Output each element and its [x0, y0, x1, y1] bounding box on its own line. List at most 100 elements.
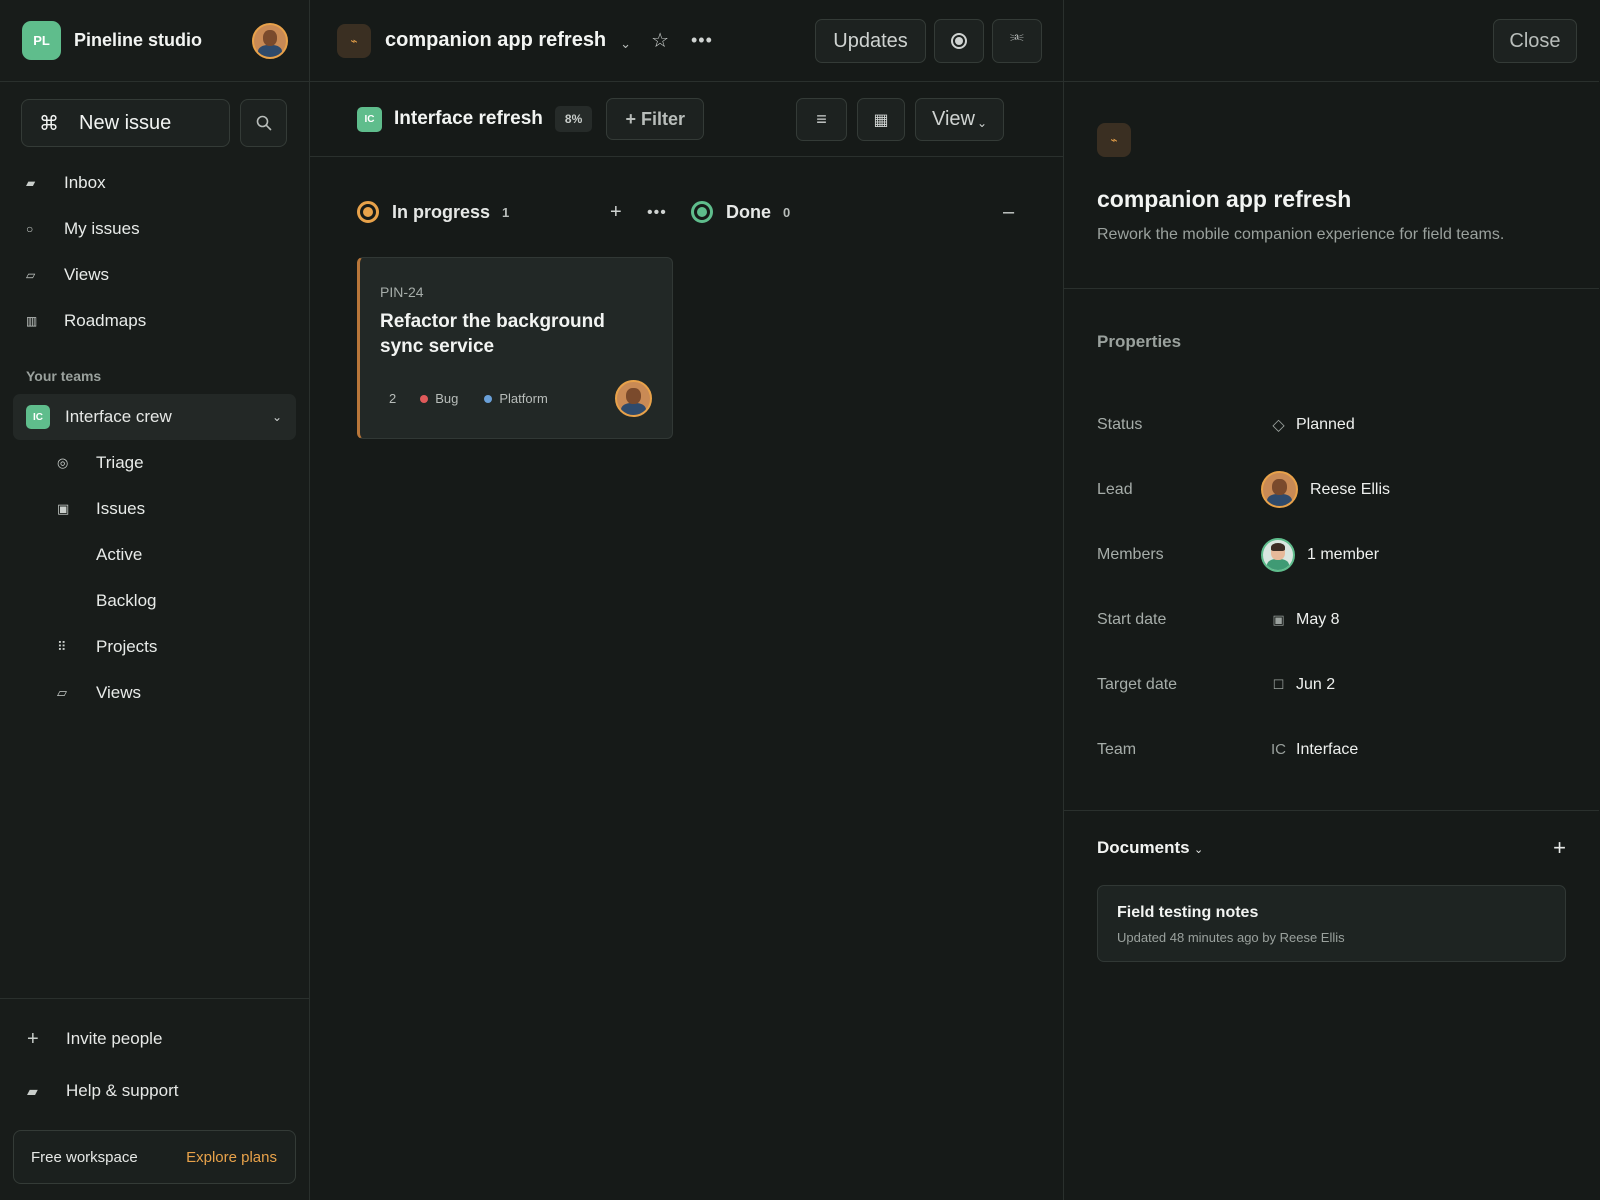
- label-dot: [484, 394, 493, 403]
- sidebar-footer: + Invite people ▰ Help & support: [0, 998, 309, 1117]
- share-button[interactable]: ⎃: [992, 19, 1042, 63]
- project-icon[interactable]: ⌁: [1097, 123, 1131, 157]
- project-description[interactable]: Rework the mobile companion experience f…: [1097, 226, 1566, 244]
- workspace-logo[interactable]: PL: [22, 21, 61, 60]
- start-date-value[interactable]: ▣ May 8: [1261, 611, 1339, 629]
- label-name: Platform: [499, 391, 548, 406]
- explore-plans-link[interactable]: Explore plans: [186, 1149, 277, 1166]
- issue-title: Refactor the background sync service: [380, 311, 605, 357]
- document-title: Field testing notes: [1117, 904, 1259, 921]
- circle-icon: ○: [26, 222, 34, 236]
- collapse-column-icon[interactable]: –: [1003, 201, 1014, 224]
- help-support-button[interactable]: ▰ Help & support: [0, 1065, 309, 1117]
- team-item-projects[interactable]: ⠿ Projects: [0, 624, 309, 670]
- team-item-triage[interactable]: ◎ Triage: [0, 440, 309, 486]
- column-more-icon[interactable]: •••: [647, 204, 667, 222]
- views-icon: ▱: [57, 685, 67, 700]
- nav-item-inbox[interactable]: ▰ Inbox: [0, 160, 309, 206]
- property-label: Team: [1097, 740, 1137, 758]
- board-icon: ▦: [873, 111, 889, 129]
- team-name: Interface crew: [65, 407, 172, 426]
- user-avatar[interactable]: [252, 22, 288, 59]
- documents-header: Documents ⌄ +: [1097, 835, 1566, 861]
- views-icon: ▱: [26, 268, 36, 282]
- column-header-done: Done 0: [691, 201, 790, 223]
- chevron-down-icon[interactable]: ⌄: [272, 410, 282, 424]
- teams-section-label: Your teams: [26, 368, 102, 384]
- assignee-avatar[interactable]: [615, 380, 652, 417]
- workspace-header: PL Pineline studio: [0, 0, 309, 82]
- main-nav: ▰ Inbox ○ My issues ▱ Views ▥ Roadmaps: [0, 160, 309, 344]
- command-icon: ⌘: [39, 112, 59, 135]
- plan-box: Free workspace Explore plans: [13, 1130, 296, 1184]
- property-value: Planned: [1296, 415, 1355, 433]
- add-document-icon[interactable]: +: [1553, 835, 1566, 861]
- project-icon[interactable]: ⌁: [337, 23, 371, 58]
- avatar-hair: [1270, 542, 1286, 551]
- chevron-down-icon[interactable]: ⌄: [620, 36, 631, 52]
- column-name: Done: [726, 201, 771, 222]
- property-target-date: Target date ☐ Jun 2: [1097, 652, 1566, 717]
- search-icon: [256, 115, 271, 131]
- main-area: ⌁ companion app refresh ⌄ ☆ ••• Updates …: [310, 0, 1064, 1200]
- label-name: Bug: [435, 391, 459, 406]
- team-value[interactable]: IC Interface: [1261, 741, 1358, 759]
- issues-icon: ▣: [57, 501, 70, 516]
- avatar-body: [1266, 494, 1293, 506]
- invite-people-button[interactable]: + Invite people: [0, 1013, 309, 1065]
- project-title[interactable]: companion app refresh: [385, 29, 606, 52]
- search-button[interactable]: [240, 99, 287, 147]
- close-button[interactable]: Close: [1493, 19, 1577, 63]
- triage-icon: ◎: [57, 455, 69, 470]
- updates-button[interactable]: Updates: [815, 19, 926, 63]
- property-value: Jun 2: [1296, 675, 1336, 693]
- project-title[interactable]: companion app refresh: [1097, 186, 1566, 213]
- nav-item-label: Roadmaps: [64, 311, 147, 330]
- team-item-active[interactable]: Active: [0, 532, 309, 578]
- nav-item-my-issues[interactable]: ○ My issues: [0, 206, 309, 252]
- share-icon: ⎃: [1010, 32, 1024, 49]
- nav-item-label: My issues: [64, 219, 140, 238]
- list-icon: ≡: [816, 109, 827, 129]
- add-card-icon[interactable]: +: [610, 201, 622, 224]
- status-value[interactable]: ◇ Planned: [1261, 415, 1355, 435]
- more-icon[interactable]: •••: [691, 30, 713, 51]
- property-value: Interface: [1296, 740, 1359, 758]
- new-issue-row: ⌘ New issue: [0, 82, 309, 147]
- board-title[interactable]: Interface refresh: [394, 108, 543, 130]
- nav-item-roadmaps[interactable]: ▥ Roadmaps: [0, 298, 309, 344]
- target-date-value[interactable]: ☐ Jun 2: [1261, 676, 1335, 694]
- avatar-body: [257, 44, 283, 57]
- team-item-views[interactable]: ▱ Views: [0, 670, 309, 716]
- team-item-issues[interactable]: ▣ Issues: [0, 486, 309, 532]
- lead-value[interactable]: Reese Ellis: [1261, 471, 1390, 508]
- nav-item-views[interactable]: ▱ Views: [0, 252, 309, 298]
- plan-label: Free workspace: [31, 1148, 138, 1166]
- document-card[interactable]: Field testing notes Updated 48 minutes a…: [1097, 885, 1566, 962]
- team-item-backlog[interactable]: Backlog: [0, 578, 309, 624]
- new-issue-label: New issue: [79, 111, 172, 134]
- label-dot: [420, 394, 429, 403]
- documents-title: Documents: [1097, 838, 1190, 857]
- documents-toggle[interactable]: Documents ⌄: [1097, 838, 1203, 858]
- list-view-button[interactable]: ≡: [796, 98, 847, 141]
- team-interface-crew[interactable]: IC Interface crew ⌄: [13, 394, 296, 440]
- issue-meta: 2 Bug Platform: [380, 380, 652, 417]
- new-issue-button[interactable]: ⌘ New issue: [21, 99, 230, 147]
- team-item-label: Triage: [96, 453, 144, 472]
- property-label: Lead: [1097, 480, 1133, 498]
- in-progress-icon: [357, 201, 379, 223]
- view-options-button[interactable]: View ⌄: [915, 98, 1004, 141]
- star-icon[interactable]: ☆: [651, 28, 669, 53]
- property-value: 1 member: [1307, 545, 1380, 563]
- board-view-button[interactable]: ▦: [857, 98, 905, 141]
- help-label: Help & support: [66, 1081, 179, 1100]
- members-value[interactable]: 1 member: [1261, 537, 1380, 572]
- board-subbar: IC Interface refresh 8% + Filter ≡ ▦ Vie…: [310, 82, 1063, 157]
- calendar-empty-icon: ☐: [1272, 676, 1285, 692]
- workspace-name[interactable]: Pineline studio: [74, 30, 252, 51]
- record-button[interactable]: [934, 19, 984, 63]
- filter-button[interactable]: + Filter: [606, 98, 705, 140]
- issue-card[interactable]: PIN-24 Refactor the background sync serv…: [357, 257, 673, 439]
- chevron-down-icon: ⌄: [976, 115, 988, 130]
